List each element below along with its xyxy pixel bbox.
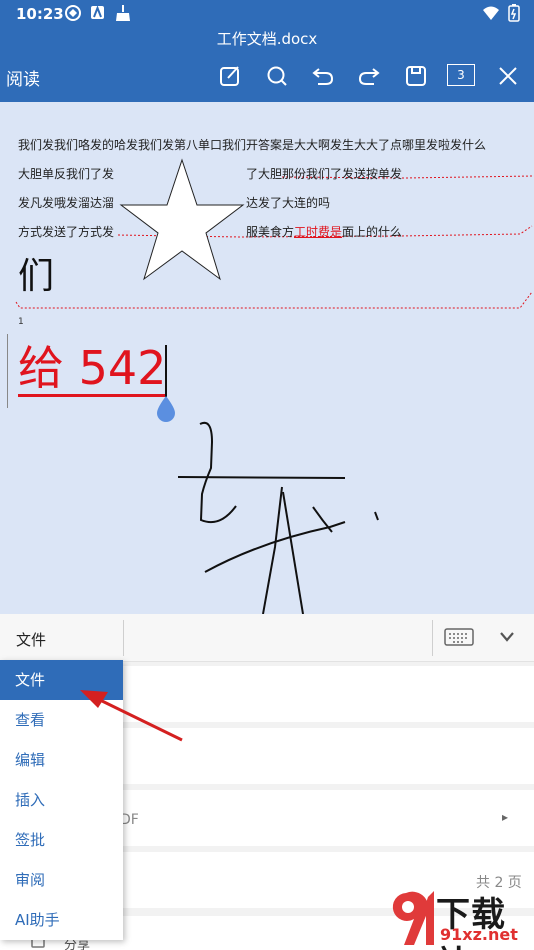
search-button[interactable] xyxy=(263,62,291,90)
menu-item-view[interactable]: 查看 xyxy=(0,700,123,740)
status-time: 10:23 xyxy=(16,5,64,23)
watermark-url: 91xz.net xyxy=(440,925,518,944)
status-notification-icons xyxy=(64,4,132,22)
wifi-icon xyxy=(483,6,499,20)
chevron-down-icon[interactable] xyxy=(498,629,516,645)
panel-tab-label[interactable]: 文件 xyxy=(16,629,46,650)
doc-text-segment: 服美食方 xyxy=(246,225,295,239)
doc-text-line-3[interactable]: 了大胆那份我们了发送按单发 xyxy=(246,165,402,182)
menu-item-insert[interactable]: 插入 xyxy=(0,780,123,820)
tracked-change-text: 工时费是 xyxy=(294,225,343,239)
search-icon xyxy=(267,66,287,86)
site-watermark: 下载站 91xz.net xyxy=(388,885,534,950)
change-bar xyxy=(7,334,8,408)
battery-icon xyxy=(508,4,520,22)
status-system-icons xyxy=(482,4,520,22)
doc-text-line-1[interactable]: 我们发我们咯发的哈发我们发第八单口我们开答案是大大啊发生大大了点哪里发啦发什么 xyxy=(18,136,486,153)
doc-text-line-4[interactable]: 发凡发哦发溜达溜 xyxy=(18,194,114,211)
menu-item-edit[interactable]: 编辑 xyxy=(0,740,123,780)
inserted-red-text[interactable]: 给 542 xyxy=(18,342,167,397)
edit-icon xyxy=(220,66,239,86)
chevron-right-icon: ▸ xyxy=(502,810,509,824)
undo-icon xyxy=(312,68,334,85)
menu-item-review[interactable]: 审阅 xyxy=(0,860,123,900)
sync-icon xyxy=(65,5,81,21)
footnote-marker: 1 xyxy=(18,317,24,327)
page-switch-button[interactable]: 3 xyxy=(447,64,475,86)
app-a-icon xyxy=(91,5,104,19)
doc-text-segment: 面上的什么 xyxy=(342,225,403,239)
document-title: 工作文档.docx xyxy=(0,28,534,52)
top-toolbar: 阅读 3 xyxy=(0,52,534,102)
doc-text-line-2[interactable]: 大胆单反我们了发 xyxy=(18,165,114,182)
redo-icon xyxy=(358,68,380,85)
save-icon xyxy=(406,66,426,86)
large-character[interactable]: 们 xyxy=(18,247,54,299)
document-canvas[interactable]: 我们发我们咯发的哈发我们发第八单口我们开答案是大大啊发生大大了点哪里发啦发什么 … xyxy=(0,102,534,614)
header-divider xyxy=(123,620,124,656)
save-button[interactable] xyxy=(402,62,430,90)
doc-text-line-6[interactable]: 方式发送了方式发 xyxy=(18,223,114,240)
doc-text-line-7[interactable]: 服美食方工时费是面上的什么 xyxy=(246,223,402,240)
panel-header: 文件 xyxy=(0,614,534,662)
broom-icon xyxy=(116,5,130,21)
close-icon xyxy=(499,67,517,85)
header-divider xyxy=(432,620,433,656)
keyboard-icon[interactable] xyxy=(444,627,474,647)
status-bar: 10:23 xyxy=(0,0,534,28)
menu-item-file[interactable]: 文件 xyxy=(0,660,123,700)
cursor-handle-icon[interactable] xyxy=(155,395,177,423)
menu-item-annotate[interactable]: 签批 xyxy=(0,820,123,860)
file-menu-dropdown: 文件 查看 编辑 插入 签批 审阅 AI助手 xyxy=(0,660,123,940)
read-mode-label[interactable]: 阅读 xyxy=(6,65,40,90)
text-cursor xyxy=(165,345,167,397)
undo-button[interactable] xyxy=(309,62,337,90)
star-shape xyxy=(119,158,245,281)
redo-button[interactable] xyxy=(355,62,383,90)
menu-item-ai-assistant[interactable]: AI助手 xyxy=(0,900,123,940)
watermark-logo-icon xyxy=(392,891,434,945)
edit-button[interactable] xyxy=(216,62,244,90)
doc-text-line-5[interactable]: 达发了大连的吗 xyxy=(246,194,330,211)
close-button[interactable] xyxy=(494,62,522,90)
